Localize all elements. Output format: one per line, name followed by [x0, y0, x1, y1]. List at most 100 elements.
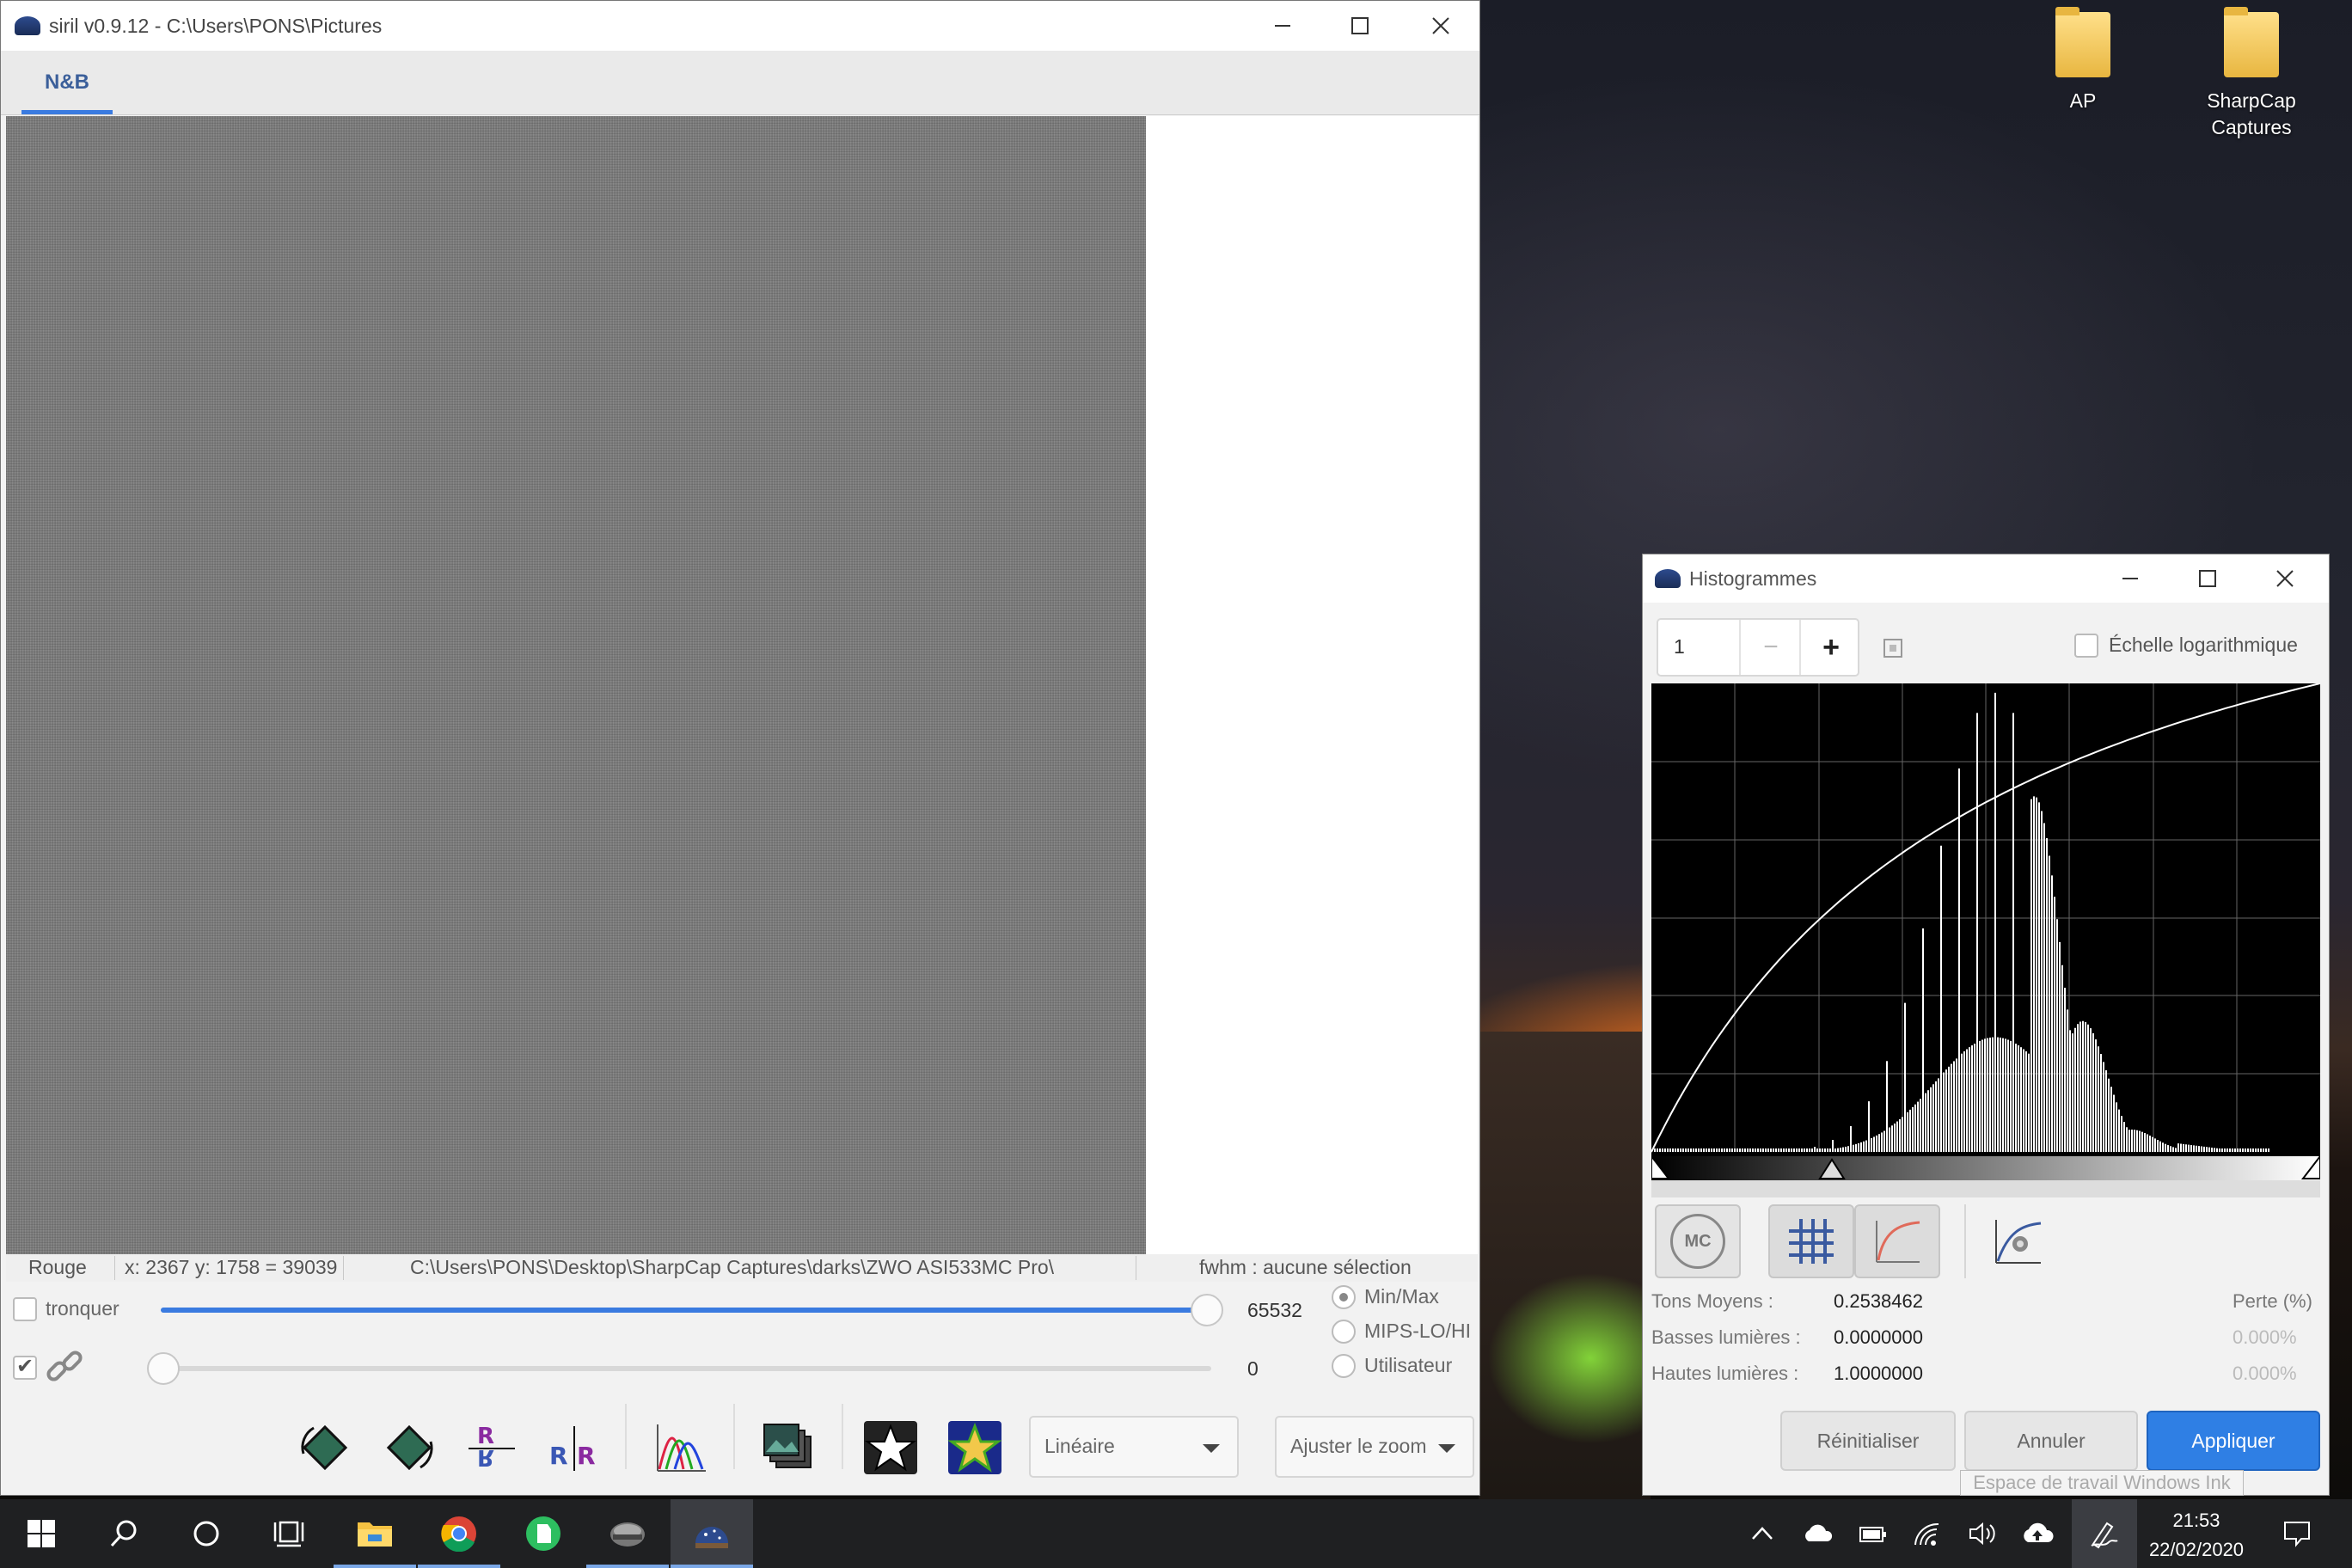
siril-main-window: siril v0.9.12 - C:\Users\PONS\Pictures N…	[0, 0, 1480, 1496]
title-bar[interactable]: siril v0.9.12 - C:\Users\PONS\Pictures	[1, 1, 1479, 51]
histogram-plot[interactable]	[1651, 683, 2320, 1187]
desktop-icon-sharpcap-captures[interactable]: SharpCap Captures	[2178, 7, 2324, 141]
histogram-gradient-bar[interactable]	[1651, 1156, 2320, 1180]
siril-taskbar-button[interactable]	[671, 1499, 753, 1568]
cortana-icon	[193, 1521, 219, 1547]
chrome-button[interactable]	[418, 1499, 500, 1568]
battery-tray-button[interactable]	[1845, 1499, 1900, 1568]
high-slider-track[interactable]	[161, 1308, 1208, 1313]
zoom-reset-icon[interactable]	[1882, 637, 1904, 665]
toolbar-separator	[733, 1404, 735, 1469]
histogram-button[interactable]	[649, 1416, 713, 1479]
low-slider-track[interactable]	[161, 1366, 1211, 1371]
notifications-button[interactable]	[2269, 1499, 2324, 1568]
desktop-icon-ap[interactable]: AP	[2010, 7, 2156, 114]
start-button[interactable]	[0, 1499, 83, 1568]
zoom-minus-button[interactable]: −	[1739, 620, 1801, 675]
rotate-left-icon	[301, 1424, 348, 1471]
radio-utilisateur[interactable]	[1332, 1354, 1356, 1378]
shadows-marker[interactable]	[1651, 1156, 1671, 1179]
siril-app-icon	[1655, 569, 1681, 588]
midtones-marker[interactable]	[1818, 1158, 1846, 1179]
windows-ink-button[interactable]	[2072, 1499, 2137, 1568]
cloud-upload-tray-button[interactable]	[2010, 1499, 2065, 1568]
mirror-y-icon: RR	[549, 1426, 596, 1471]
status-coords: x: 2367 y: 1758 = 39039	[125, 1256, 338, 1278]
cortana-button[interactable]	[165, 1499, 248, 1568]
cancel-button[interactable]: Annuler	[1964, 1411, 2138, 1471]
zoom-spinbutton[interactable]: 1 − +	[1657, 618, 1859, 677]
desktop-tent-glow	[1487, 1272, 1659, 1444]
minimize-icon	[1275, 25, 1290, 27]
histogram-scrollbar[interactable]	[1651, 1180, 2320, 1197]
zoom-value: Ajuster le zoom	[1290, 1435, 1427, 1457]
grid-toggle-button[interactable]	[1768, 1204, 1854, 1278]
display-mode-dropdown[interactable]: Linéaire	[1029, 1416, 1239, 1478]
color-star-button[interactable]	[943, 1416, 1007, 1479]
wifi-icon	[1914, 1522, 1939, 1546]
histogram-minimize-button[interactable]	[2092, 554, 2169, 603]
apply-button[interactable]: Appliquer	[2147, 1411, 2320, 1471]
mirror-y-button[interactable]: RR	[542, 1416, 606, 1479]
maximize-button[interactable]	[1321, 1, 1399, 51]
radio-minmax[interactable]	[1332, 1285, 1356, 1309]
high-slider-knob[interactable]	[1191, 1294, 1223, 1326]
shadows-loss: 0.000%	[2233, 1326, 2297, 1348]
histogram-settings-button[interactable]	[1975, 1204, 2061, 1278]
reset-button[interactable]: Réinitialiser	[1780, 1411, 1956, 1471]
app-button[interactable]	[586, 1499, 669, 1568]
image-canvas[interactable]	[6, 116, 1146, 1254]
network-tray-button[interactable]	[1900, 1499, 1955, 1568]
low-slider-knob[interactable]	[147, 1352, 180, 1385]
zoom-plus-button[interactable]: +	[1799, 620, 1861, 675]
tab-nb[interactable]: N&B	[21, 51, 113, 114]
status-bar: Rouge x: 2367 y: 1758 = 39039 C:\Users\P…	[6, 1254, 1478, 1282]
star-button[interactable]	[859, 1416, 922, 1479]
tray-overflow-button[interactable]	[1735, 1499, 1790, 1568]
tronquer-checkbox[interactable]	[13, 1297, 37, 1321]
radio-mips[interactable]	[1332, 1320, 1356, 1344]
minimize-button[interactable]	[1244, 1, 1321, 51]
mirror-x-button[interactable]: RR	[460, 1416, 524, 1479]
zoom-dropdown[interactable]: Ajuster le zoom	[1275, 1416, 1474, 1478]
histogram-maximize-button[interactable]	[2169, 554, 2246, 603]
evernote-button[interactable]	[502, 1499, 585, 1568]
curve-toggle-button[interactable]	[1854, 1204, 1940, 1278]
image-stack-button[interactable]	[756, 1416, 819, 1479]
histogram-title-bar[interactable]: Histogrammes	[1643, 554, 2329, 603]
highlights-marker[interactable]	[2300, 1156, 2320, 1179]
status-channel: Rouge	[28, 1256, 87, 1278]
mc-button[interactable]: MC	[1655, 1204, 1741, 1278]
log-scale-label: Échelle logarithmique	[2109, 634, 2298, 656]
chevron-down-icon	[1203, 1444, 1220, 1453]
histogram-window: Histogrammes 1 − + Échelle logarithmique	[1642, 554, 2330, 1496]
svg-text:R: R	[577, 1442, 596, 1470]
siril-app-icon	[15, 16, 40, 35]
search-button[interactable]	[83, 1499, 165, 1568]
link-checkbox[interactable]	[13, 1354, 37, 1380]
file-explorer-button[interactable]	[334, 1499, 416, 1568]
mc-icon: MC	[1670, 1214, 1725, 1269]
rotate-right-button[interactable]	[377, 1416, 441, 1479]
onedrive-tray-button[interactable]	[1790, 1499, 1845, 1568]
battery-icon	[1859, 1527, 1886, 1542]
volume-tray-button[interactable]	[1955, 1499, 2010, 1568]
chevron-down-icon	[1438, 1444, 1455, 1453]
maximize-icon	[1351, 17, 1369, 34]
status-divider	[114, 1256, 115, 1280]
tooltip: Espace de travail Windows Ink	[1960, 1470, 2244, 1496]
midtones-value: 0.2538462	[1834, 1290, 1923, 1312]
taskbar-clock[interactable]: 21:53 22/02/2020	[2132, 1506, 2261, 1565]
log-scale-checkbox[interactable]	[2074, 634, 2098, 658]
task-view-button[interactable]	[248, 1499, 330, 1568]
loss-header: Perte (%)	[2233, 1290, 2312, 1312]
close-icon	[2276, 570, 2294, 587]
toolbar-separator	[842, 1404, 843, 1469]
toolbar-separator	[625, 1404, 627, 1469]
histogram-settings-icon	[1995, 1220, 2042, 1264]
status-fwhm: fwhm : aucune sélection	[1199, 1256, 1412, 1278]
close-button[interactable]	[1402, 1, 1479, 51]
link-icon[interactable]	[44, 1347, 89, 1394]
histogram-close-button[interactable]	[2246, 554, 2324, 603]
rotate-left-button[interactable]	[293, 1416, 357, 1479]
